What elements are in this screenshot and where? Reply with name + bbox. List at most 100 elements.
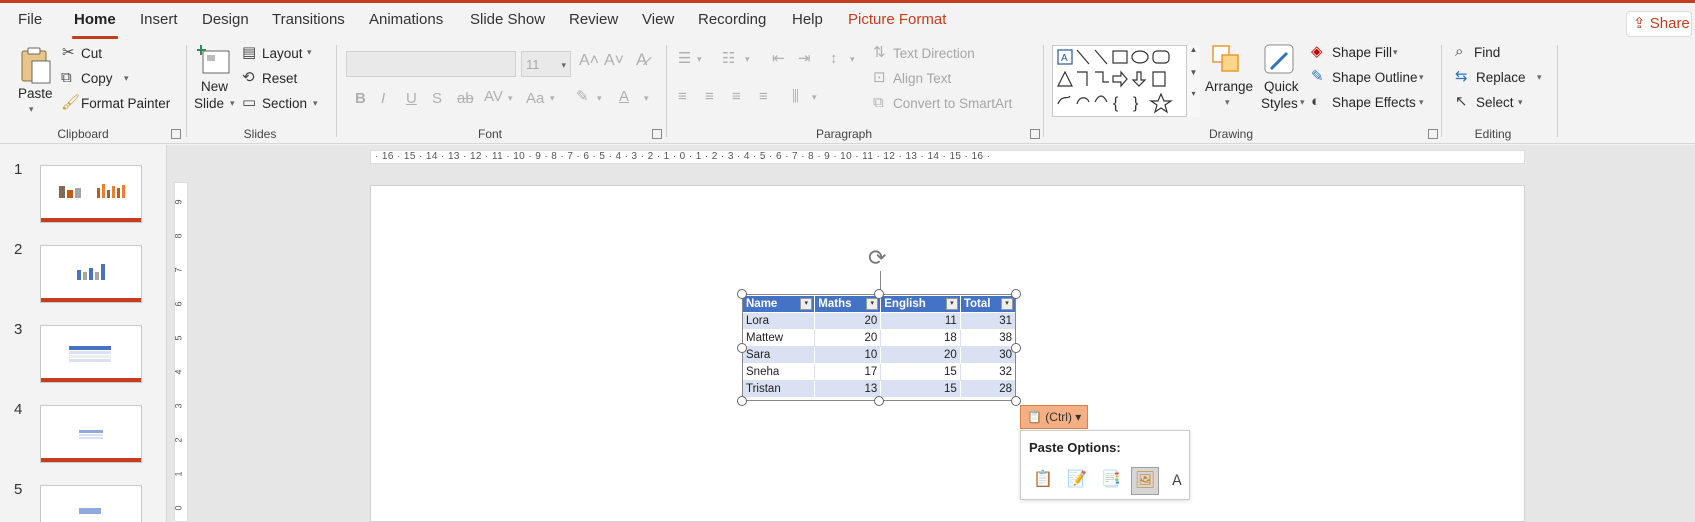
resize-handle-top[interactable] bbox=[874, 289, 884, 299]
replace-dropdown-icon[interactable]: ▾ bbox=[1537, 73, 1542, 82]
font-size-dropdown-icon[interactable]: ▾ bbox=[561, 60, 566, 71]
columns-icon[interactable]: ⫼ bbox=[792, 89, 799, 104]
decrease-font-size-icon[interactable]: A˅ bbox=[604, 53, 624, 69]
rotate-handle-icon[interactable]: ⟳ bbox=[868, 245, 894, 271]
find-icon[interactable]: ⌕ bbox=[1455, 44, 1463, 59]
convert-smartart-button[interactable]: Convert to SmartArt bbox=[893, 96, 1012, 111]
slide-thumbnail-2[interactable] bbox=[40, 245, 142, 303]
picture-icon[interactable]: 🖼 bbox=[1131, 467, 1159, 495]
text-shadow-icon[interactable]: S bbox=[432, 91, 442, 106]
clear-formatting-icon[interactable]: A̷ bbox=[636, 51, 647, 68]
section-button[interactable]: Section bbox=[262, 96, 307, 111]
resize-handle-left[interactable] bbox=[737, 343, 747, 353]
copy-button[interactable]: Copy bbox=[81, 71, 113, 86]
reset-button[interactable]: Reset bbox=[262, 71, 297, 86]
italic-icon[interactable]: I bbox=[381, 91, 385, 106]
decrease-indent-icon[interactable]: ⇤ bbox=[772, 51, 785, 66]
resize-handle-top-left[interactable] bbox=[737, 289, 747, 299]
shape-effects-icon[interactable]: ◐ bbox=[1311, 94, 1320, 109]
new-slide-dropdown-icon[interactable]: ▾ bbox=[230, 99, 235, 108]
line-spacing-dropdown-icon[interactable]: ▾ bbox=[850, 55, 855, 64]
shape-fill-button[interactable]: Shape Fill bbox=[1332, 45, 1392, 60]
font-name-combo[interactable] bbox=[346, 51, 516, 77]
layout-icon[interactable]: ▤ bbox=[242, 45, 256, 60]
shape-outline-icon[interactable]: ✎ bbox=[1311, 69, 1324, 84]
cut-button[interactable]: Cut bbox=[81, 46, 102, 61]
paragraph-launcher-icon[interactable] bbox=[1030, 129, 1040, 139]
use-destination-styles-icon[interactable]: 📝 bbox=[1063, 467, 1091, 495]
vertical-ruler[interactable]: 9 8 7 6 5 4 3 2 1 0 bbox=[174, 182, 188, 522]
new-slide-button[interactable]: Slide bbox=[194, 96, 224, 111]
section-dropdown-icon[interactable]: ▾ bbox=[313, 99, 318, 108]
tab-file[interactable]: File bbox=[18, 11, 42, 28]
clipboard-launcher-icon[interactable] bbox=[171, 129, 181, 139]
resize-handle-bottom-left[interactable] bbox=[737, 396, 747, 406]
text-direction-button[interactable]: Text Direction bbox=[893, 46, 975, 61]
cut-icon[interactable]: ✂ bbox=[62, 45, 75, 60]
slide-thumbnail-5[interactable] bbox=[40, 485, 142, 522]
paste-icon[interactable] bbox=[18, 47, 52, 85]
tab-recording[interactable]: Recording bbox=[698, 11, 766, 28]
replace-button[interactable]: Replace bbox=[1476, 70, 1526, 85]
paste-button[interactable]: Paste bbox=[18, 86, 53, 101]
tab-insert[interactable]: Insert bbox=[140, 11, 178, 28]
quick-styles-label[interactable]: Quick bbox=[1264, 79, 1299, 94]
tab-design[interactable]: Design bbox=[202, 11, 249, 28]
arrange-button[interactable]: Arrange bbox=[1205, 79, 1253, 94]
gallery-more-icon[interactable]: ▾ bbox=[1187, 89, 1200, 98]
slide-thumbnail-3[interactable] bbox=[40, 325, 142, 383]
gallery-down-icon[interactable]: ▼ bbox=[1187, 68, 1200, 77]
select-dropdown-icon[interactable]: ▾ bbox=[1518, 98, 1523, 107]
keep-source-formatting-icon[interactable]: 📋 bbox=[1029, 467, 1057, 495]
arrange-dropdown-icon[interactable]: ▾ bbox=[1225, 98, 1230, 107]
shapes-gallery-scroll[interactable]: ▲ ▼ ▾ bbox=[1186, 45, 1200, 117]
reset-icon[interactable]: ⟲ bbox=[242, 70, 255, 85]
slide-thumbnail-4[interactable] bbox=[40, 405, 142, 463]
character-spacing-dropdown-icon[interactable]: ▾ bbox=[508, 94, 513, 103]
shape-fill-icon[interactable]: ◈ bbox=[1311, 44, 1323, 59]
bullets-icon[interactable]: ☰ bbox=[678, 51, 691, 66]
font-launcher-icon[interactable] bbox=[652, 129, 662, 139]
numbering-icon[interactable]: ☷ bbox=[722, 51, 735, 66]
strikethrough-icon[interactable]: ab bbox=[457, 91, 474, 106]
horizontal-ruler[interactable]: · 16 · 15 · 14 · 13 · 12 · 11 · 10 · 9 ·… bbox=[370, 150, 1525, 164]
bullets-dropdown-icon[interactable]: ▾ bbox=[697, 55, 702, 64]
resize-handle-bottom[interactable] bbox=[874, 396, 884, 406]
shape-outline-button[interactable]: Shape Outline bbox=[1332, 70, 1418, 85]
copy-dropdown-icon[interactable]: ▾ bbox=[124, 74, 129, 83]
shape-fill-dropdown-icon[interactable]: ▾ bbox=[1393, 48, 1398, 57]
embed-icon[interactable]: 📑 bbox=[1097, 467, 1125, 495]
change-case-icon[interactable]: Aa bbox=[526, 91, 544, 106]
tab-view[interactable]: View bbox=[642, 11, 674, 28]
quick-styles-icon[interactable] bbox=[1263, 43, 1295, 77]
smartart-icon[interactable]: ⧉ bbox=[873, 95, 884, 110]
arrange-icon[interactable] bbox=[1210, 43, 1242, 77]
resize-handle-top-right[interactable] bbox=[1011, 289, 1021, 299]
increase-font-size-icon[interactable]: A˄ bbox=[579, 53, 599, 69]
new-slide-label[interactable]: New bbox=[201, 79, 228, 94]
shape-outline-dropdown-icon[interactable]: ▾ bbox=[1419, 73, 1424, 82]
tab-help[interactable]: Help bbox=[792, 11, 823, 28]
quick-styles-button[interactable]: Styles bbox=[1261, 96, 1298, 111]
gallery-up-icon[interactable]: ▲ bbox=[1187, 45, 1200, 54]
highlight-dropdown-icon[interactable]: ▾ bbox=[597, 94, 602, 103]
underline-icon[interactable]: U bbox=[406, 91, 417, 106]
text-direction-icon[interactable]: ⇅ bbox=[873, 45, 886, 60]
format-painter-button[interactable]: Format Painter bbox=[81, 96, 170, 111]
font-color-icon[interactable]: A bbox=[619, 89, 629, 104]
tab-slide-show[interactable]: Slide Show bbox=[470, 11, 545, 28]
copy-icon[interactable]: ⧉ bbox=[61, 70, 72, 85]
find-button[interactable]: Find bbox=[1474, 45, 1500, 60]
justify-icon[interactable]: ≡ bbox=[759, 89, 768, 104]
drawing-launcher-icon[interactable] bbox=[1428, 129, 1438, 139]
share-button[interactable]: ⇪ Share bbox=[1626, 11, 1692, 37]
quick-styles-dropdown-icon[interactable]: ▾ bbox=[1300, 98, 1305, 107]
columns-dropdown-icon[interactable]: ▾ bbox=[812, 93, 817, 102]
align-left-icon[interactable]: ≡ bbox=[678, 89, 687, 104]
align-text-icon[interactable]: ⊡ bbox=[873, 70, 886, 85]
tab-animations[interactable]: Animations bbox=[369, 11, 443, 28]
paste-dropdown-icon[interactable]: ▾ bbox=[29, 105, 34, 114]
font-color-dropdown-icon[interactable]: ▾ bbox=[644, 94, 649, 103]
section-icon[interactable]: ▭ bbox=[242, 95, 256, 110]
layout-button[interactable]: Layout bbox=[262, 46, 303, 61]
